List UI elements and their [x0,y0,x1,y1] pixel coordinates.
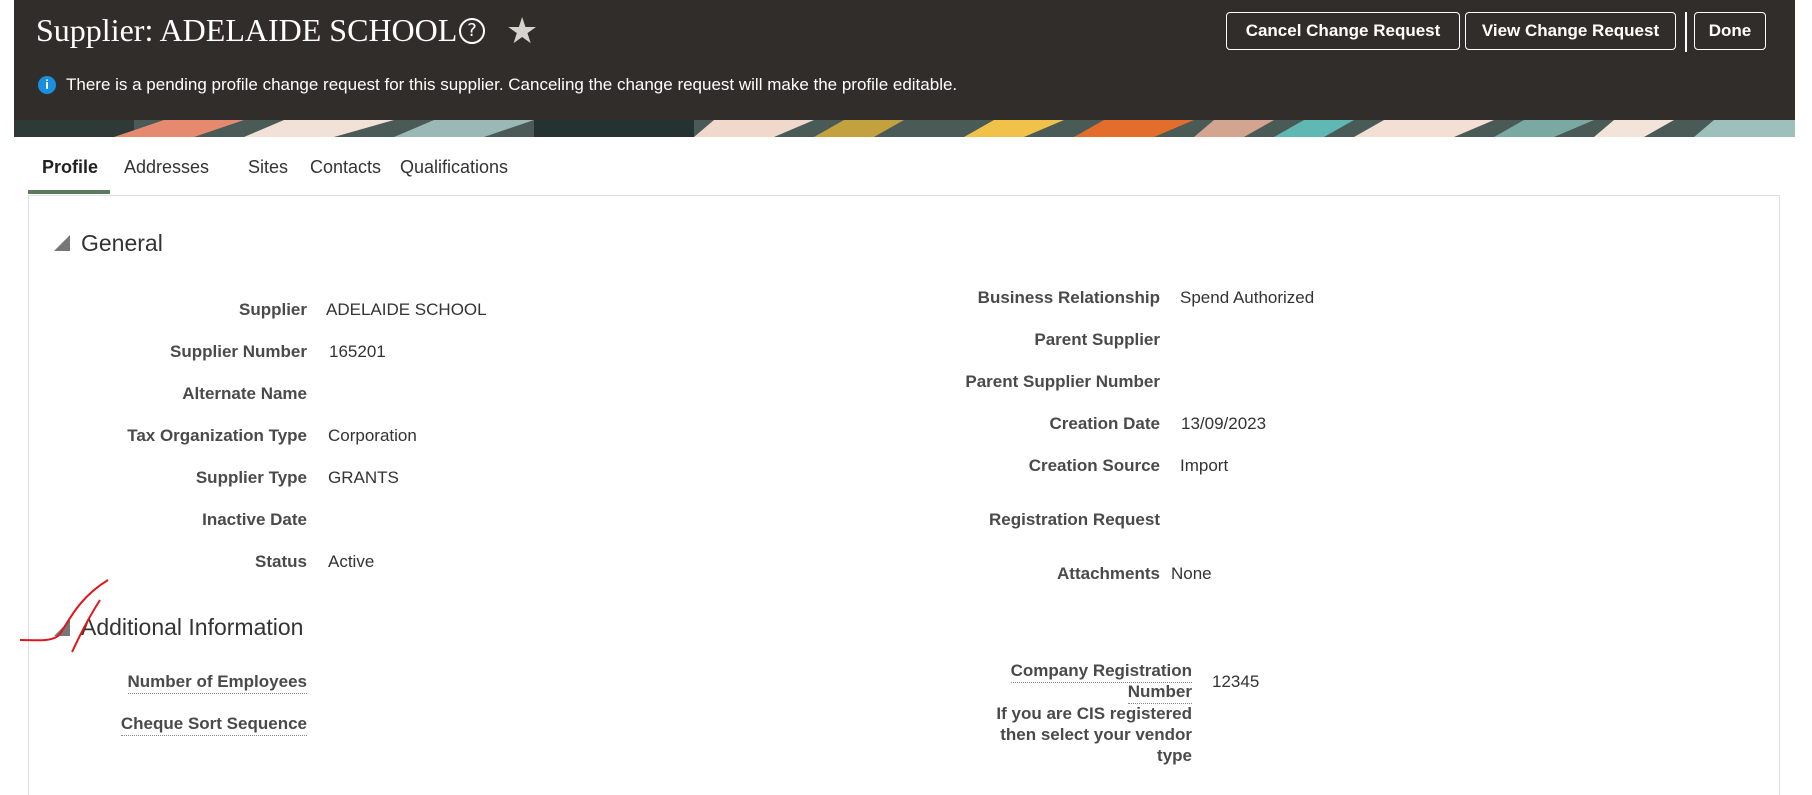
collapse-general-icon[interactable] [54,235,70,251]
attachments-link[interactable]: None [1171,564,1212,584]
decorative-banner [14,120,1795,137]
info-icon: i [38,76,56,94]
favorite-star-icon[interactable]: ★ [506,12,538,52]
tab-sites[interactable]: Sites [234,150,302,194]
creation-source-value: Import [1180,456,1229,475]
tab-profile[interactable]: Profile [28,150,110,194]
supplier-label: Supplier [238,300,307,319]
number-of-employees-label: Number of Employees [127,672,307,694]
creation-source-label: Creation Source [1028,456,1160,475]
help-icon[interactable]: ? [459,18,485,44]
page-title: Supplier: ADELAIDE SCHOOL [36,12,458,48]
registration-request-label: Registration Request [989,510,1160,529]
done-button[interactable]: Done [1694,12,1766,50]
business-relationship-label: Business Relationship [977,288,1160,307]
supplier-value: ADELAIDE SCHOOL [326,300,487,319]
supplier-type-value: GRANTS [328,468,399,487]
general-section-title: General [81,230,163,256]
cancel-change-request-button[interactable]: Cancel Change Request [1226,12,1460,50]
creation-date-value: 13/09/2023 [1181,414,1267,433]
inactive-date-label: Inactive Date [202,510,307,529]
status-label: Status [255,552,307,571]
tax-organization-type-value: Corporation [328,426,417,445]
supplier-type-label: Supplier Type [195,468,307,487]
tab-qualifications[interactable]: Qualifications [386,150,522,194]
cheque-sort-sequence-label: Cheque Sort Sequence [120,714,307,736]
parent-supplier-label: Parent Supplier [1034,330,1160,349]
parent-supplier-number-label: Parent Supplier Number [965,372,1160,391]
supplier-number-label: Supplier Number [170,342,307,361]
status-value: Active [328,552,375,571]
supplier-number-value: 165201 [329,342,386,361]
header-separator [1685,12,1687,52]
info-message-text: There is a pending profile change reques… [66,75,958,94]
profile-panel [28,195,1780,795]
tab-contacts[interactable]: Contacts [296,150,395,194]
creation-date-label: Creation Date [1049,414,1160,433]
tax-organization-type-label: Tax Organization Type [127,426,307,445]
company-registration-label-line2: Number [1127,682,1192,704]
red-annotation-mark [19,579,109,653]
company-registration-value: 12345 [1212,672,1260,691]
info-message: i There is a pending profile change reque… [38,75,957,95]
cis-vendor-type-label: If you are CIS registered then select yo… [996,704,1192,765]
business-relationship-value: Spend Authorized [1180,288,1315,307]
tab-addresses[interactable]: Addresses [110,150,223,194]
alternate-name-label: Alternate Name [182,384,307,403]
view-change-request-button[interactable]: View Change Request [1465,12,1676,50]
page-header: Supplier: ADELAIDE SCHOOL ? ★ Cancel Cha… [14,0,1795,137]
attachments-label: Attachments [1057,564,1160,583]
company-registration-label-line1: Company Registration [1010,661,1192,683]
